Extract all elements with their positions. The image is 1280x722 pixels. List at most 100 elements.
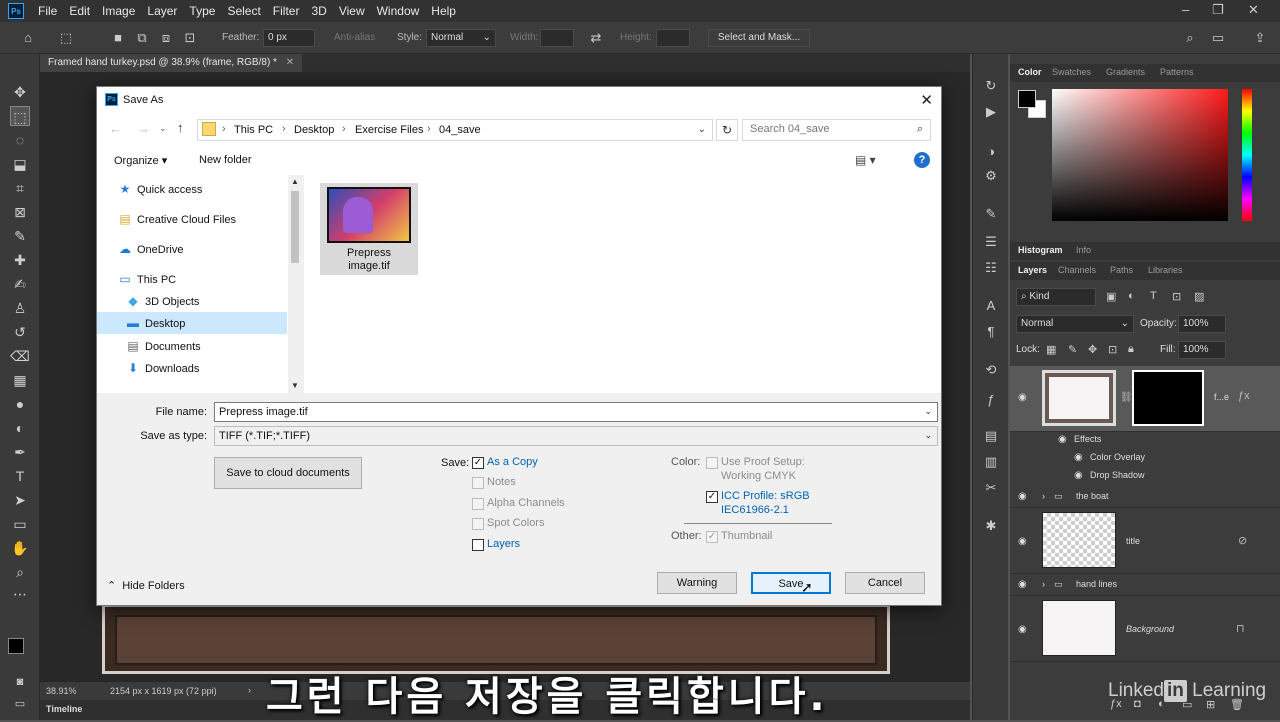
layer-mask-thumbnail[interactable] bbox=[1132, 370, 1204, 426]
chevron-right-icon[interactable]: › bbox=[342, 123, 346, 135]
cancel-button[interactable]: Cancel bbox=[845, 572, 925, 594]
menu-edit[interactable]: Edit bbox=[63, 4, 96, 18]
layer-title[interactable]: ◉ title ⊘ bbox=[1010, 508, 1280, 574]
pen-tool-icon[interactable]: ✒ bbox=[10, 442, 30, 462]
scroll-up-icon[interactable]: ▲ bbox=[291, 177, 299, 186]
filter-pixel-icon[interactable]: ▣ bbox=[1106, 290, 1116, 303]
history-icon[interactable]: ↻ bbox=[981, 76, 1001, 96]
type-tool-icon[interactable]: T bbox=[10, 466, 30, 486]
icc-profile-label[interactable]: ICC Profile: sRGB bbox=[721, 490, 810, 502]
crop-tool-icon[interactable]: ⌗ bbox=[10, 178, 30, 198]
nav-desktop[interactable]: ▬ Desktop bbox=[97, 312, 287, 334]
frame-tool-icon[interactable]: ⊠ bbox=[10, 202, 30, 222]
filter-smart-object-icon[interactable]: ▨ bbox=[1194, 290, 1204, 303]
chevron-down-icon[interactable]: ⌄ bbox=[924, 430, 932, 441]
file-list-pane[interactable]: Prepress image.tif bbox=[304, 175, 941, 393]
actions-icon[interactable]: ▶ bbox=[981, 102, 1001, 122]
lock-artboard-icon[interactable]: ⊡ bbox=[1108, 343, 1117, 356]
history-brush-icon[interactable]: ↺ bbox=[10, 322, 30, 342]
healing-tool-icon[interactable]: ✚ bbox=[10, 250, 30, 270]
home-icon[interactable]: ⌂ bbox=[20, 30, 36, 46]
feather-input[interactable]: 0 px bbox=[263, 29, 315, 47]
layer-name[interactable]: the boat bbox=[1076, 491, 1109, 501]
path-select-tool-icon[interactable]: ➤ bbox=[10, 490, 30, 510]
style-select[interactable]: Normal ⌄ bbox=[426, 29, 496, 47]
close-icon[interactable]: ✕ bbox=[920, 91, 933, 109]
restore-icon[interactable]: ❐ bbox=[1212, 2, 1224, 18]
blur-tool-icon[interactable]: ● bbox=[10, 394, 30, 414]
status-arrow-icon[interactable]: › bbox=[248, 685, 251, 695]
eye-icon[interactable]: ◉ bbox=[1058, 434, 1070, 446]
dialog-titlebar[interactable]: Ps Save As ✕ bbox=[97, 87, 941, 113]
channels-icon[interactable]: ▤ bbox=[981, 426, 1001, 446]
refresh-icon[interactable]: ↻ bbox=[716, 119, 738, 141]
chevron-right-icon[interactable]: › bbox=[427, 123, 431, 135]
menu-3d[interactable]: 3D bbox=[305, 4, 332, 18]
lasso-tool-icon[interactable]: ◌ bbox=[10, 130, 30, 150]
zoom-level[interactable]: 38.91% bbox=[46, 686, 77, 696]
warning-button[interactable]: Warning bbox=[657, 572, 737, 594]
paths-icon[interactable]: ▥ bbox=[981, 452, 1001, 472]
blend-mode-select[interactable]: Normal ⌄ bbox=[1016, 315, 1134, 333]
lock-all-icon[interactable]: 🔒︎ bbox=[1128, 343, 1134, 356]
tab-color[interactable]: Color bbox=[1018, 67, 1042, 77]
effect-drop-shadow[interactable]: Drop Shadow bbox=[1090, 470, 1145, 480]
color-picker-field[interactable] bbox=[1052, 89, 1228, 221]
hide-folders-button[interactable]: ⌃ Hide Folders bbox=[107, 579, 185, 592]
view-options-icon[interactable]: ▤ ▾ bbox=[855, 153, 876, 167]
file-item-prepress-image[interactable]: Prepress image.tif bbox=[320, 183, 418, 275]
nav-scrollbar[interactable]: ▲ ▼ bbox=[288, 175, 302, 393]
breadcrumb-04-save[interactable]: 04_save bbox=[439, 124, 481, 136]
subtract-selection-icon[interactable]: ⧈ bbox=[158, 30, 174, 46]
notes-icon[interactable]: ⟲ bbox=[981, 360, 1001, 380]
marquee-tool-icon[interactable]: ⬚ bbox=[10, 106, 30, 126]
eye-icon[interactable]: ◉ bbox=[1018, 491, 1030, 503]
nav-onedrive[interactable]: ☁ OneDrive bbox=[117, 238, 285, 260]
search-input[interactable]: Search 04_save ⌕ bbox=[742, 119, 931, 141]
layer-frame[interactable]: ◉ ⛓ f...e ƒx bbox=[1010, 366, 1280, 432]
object-select-tool-icon[interactable]: ⬓ bbox=[10, 154, 30, 174]
chevron-down-icon[interactable]: ⌄ bbox=[698, 124, 706, 135]
layer-background[interactable]: ◉ Background ⊓ bbox=[1010, 596, 1280, 662]
shape-tool-icon[interactable]: ▭ bbox=[10, 514, 30, 534]
tab-paths[interactable]: Paths bbox=[1110, 265, 1133, 275]
eye-icon[interactable]: ◉ bbox=[1074, 470, 1086, 482]
select-and-mask-button[interactable]: Select and Mask... bbox=[708, 29, 810, 47]
quick-mask-icon[interactable]: ◙ bbox=[10, 672, 30, 692]
nav-3d-objects[interactable]: ◆ 3D Objects bbox=[125, 290, 285, 312]
eyedropper-tool-icon[interactable]: ✎ bbox=[10, 226, 30, 246]
menu-filter[interactable]: Filter bbox=[267, 4, 306, 18]
nav-creative-cloud-files[interactable]: ▤ Creative Cloud Files bbox=[117, 208, 285, 230]
document-tab[interactable]: Framed hand turkey.psd @ 38.9% (frame, R… bbox=[40, 54, 303, 72]
save-as-type-select[interactable]: TIFF (*.TIF;*.TIFF) ⌄ bbox=[214, 426, 938, 446]
search-icon[interactable]: ⌕ bbox=[1182, 30, 1198, 46]
scroll-thumb[interactable] bbox=[291, 191, 299, 263]
lock-transparent-icon[interactable]: ▦ bbox=[1046, 343, 1056, 356]
scroll-down-icon[interactable]: ▼ bbox=[291, 381, 299, 390]
edit-toolbar-icon[interactable]: ⋯ bbox=[10, 584, 30, 604]
close-tab-icon[interactable]: ✕ bbox=[286, 57, 294, 68]
menu-help[interactable]: Help bbox=[425, 4, 462, 18]
tab-histogram[interactable]: Histogram bbox=[1018, 245, 1063, 255]
tab-libraries[interactable]: Libraries bbox=[1148, 265, 1183, 275]
layer-group-the-boat[interactable]: ◉ › ▭ the boat bbox=[1010, 486, 1280, 508]
adjustments-icon[interactable]: ◑ bbox=[981, 142, 1001, 162]
filter-shape-icon[interactable]: ⊡ bbox=[1172, 290, 1181, 303]
save-to-cloud-button[interactable]: Save to cloud documents bbox=[214, 457, 362, 489]
eye-icon[interactable]: ◉ bbox=[1018, 624, 1030, 636]
new-selection-icon[interactable]: ■ bbox=[110, 30, 126, 46]
forward-arrow-icon[interactable]: → bbox=[137, 121, 150, 136]
tab-patterns[interactable]: Patterns bbox=[1160, 67, 1194, 77]
tab-info[interactable]: Info bbox=[1076, 245, 1091, 255]
new-folder-button[interactable]: New folder bbox=[199, 154, 252, 166]
icc-profile-checkbox[interactable]: ✓ bbox=[706, 491, 718, 503]
properties-icon[interactable]: ⚙ bbox=[981, 166, 1001, 186]
tab-gradients[interactable]: Gradients bbox=[1106, 67, 1145, 77]
save-button[interactable]: Save bbox=[751, 572, 831, 594]
sliders-icon[interactable]: ☰ bbox=[981, 232, 1001, 252]
eye-icon[interactable]: ◉ bbox=[1018, 579, 1030, 591]
breadcrumb-exercise-files[interactable]: Exercise Files bbox=[355, 124, 423, 136]
menu-select[interactable]: Select bbox=[221, 4, 266, 18]
menu-file[interactable]: File bbox=[32, 4, 63, 18]
organize-button[interactable]: Organize ▾ bbox=[114, 154, 167, 167]
